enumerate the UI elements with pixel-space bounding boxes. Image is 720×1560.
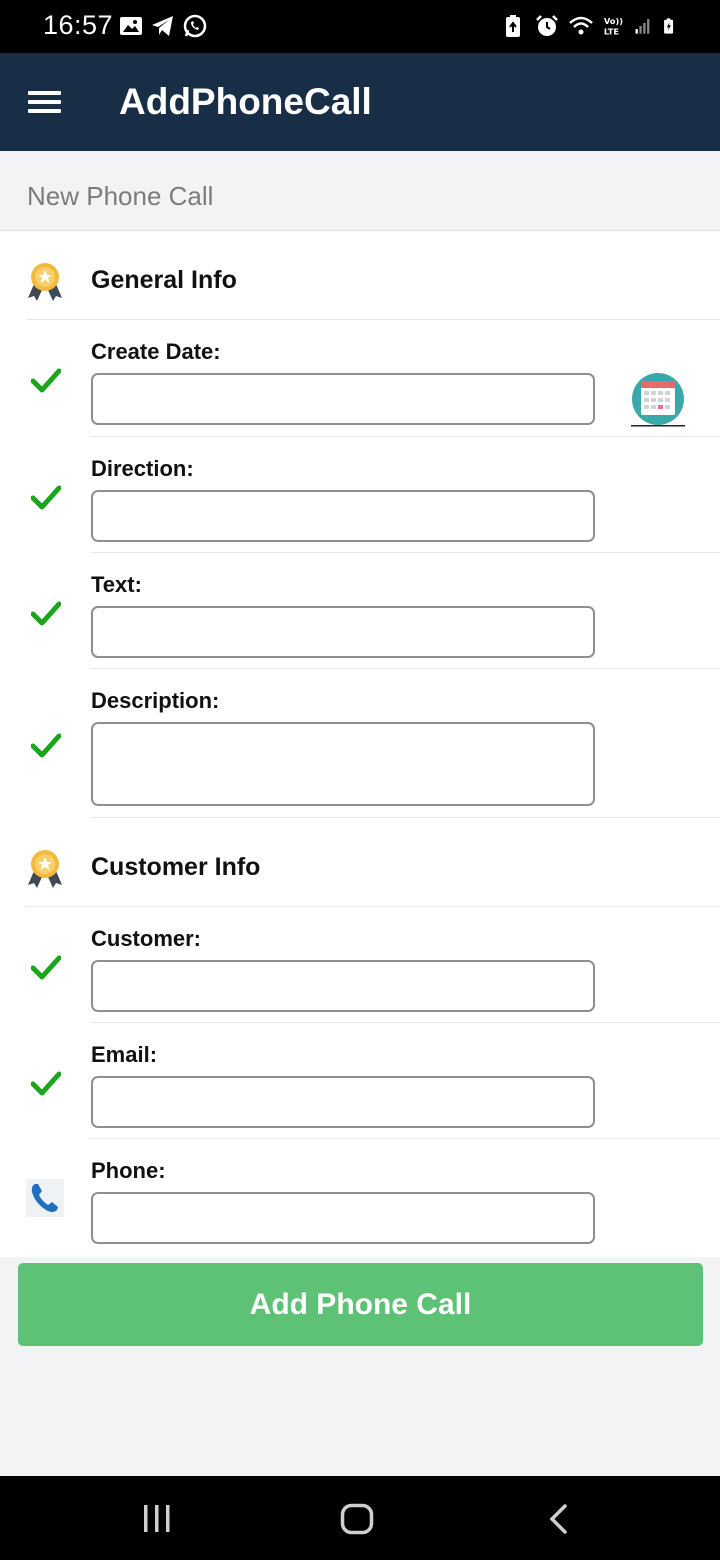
battery-charging-icon — [664, 18, 674, 34]
field-direction: Direction: — [0, 437, 720, 553]
section-general-info: General Info — [26, 231, 720, 320]
section-title: General Info — [91, 266, 237, 294]
field-create-date: Create Date: — [0, 320, 720, 437]
field-label: Customer: — [91, 926, 202, 951]
field-label: Direction: — [91, 456, 194, 481]
field-label: Phone: — [91, 1158, 166, 1183]
app-bar: AddPhoneCall — [0, 53, 720, 151]
create-date-input[interactable] — [91, 373, 595, 425]
status-bar: 16:57 Vo)) LTE — [0, 0, 720, 53]
checkmark-icon — [31, 733, 61, 758]
wifi-icon — [569, 16, 593, 35]
alarm-icon — [536, 15, 558, 36]
section-customer-info: Customer Info — [26, 818, 720, 907]
recent-apps-icon[interactable] — [142, 1503, 172, 1534]
field-label: Description: — [91, 688, 220, 713]
field-email: Email: — [0, 1023, 720, 1139]
checkmark-icon — [31, 485, 61, 510]
text-input[interactable] — [91, 606, 595, 658]
checkmark-icon — [31, 955, 61, 980]
phone-input[interactable] — [91, 1192, 595, 1244]
field-label: Create Date: — [91, 339, 221, 364]
field-text: Text: — [0, 553, 720, 669]
page-title: AddPhoneCall — [119, 81, 372, 122]
subheader-label: New Phone Call — [27, 181, 214, 211]
direction-input[interactable] — [91, 490, 595, 542]
back-icon[interactable] — [545, 1503, 571, 1535]
field-description: Description: — [0, 669, 720, 818]
svg-text:LTE: LTE — [604, 26, 620, 36]
svg-text:Vo)): Vo)) — [604, 16, 623, 26]
telegram-icon — [152, 16, 173, 36]
phone-icon — [26, 1179, 64, 1217]
status-right-icons: Vo)) LTE — [500, 13, 680, 39]
description-textarea[interactable] — [91, 722, 595, 806]
checkmark-icon — [31, 368, 61, 393]
whatsapp-icon — [183, 14, 207, 38]
system-nav-bar — [0, 1476, 720, 1560]
volte-lte-icon: Vo))LTE — [604, 16, 623, 36]
award-medal-icon — [28, 263, 62, 301]
field-customer: Customer: — [0, 907, 720, 1023]
phone-call-form: General Info Create Date: Direction: Tex… — [0, 231, 720, 1257]
email-field[interactable] — [91, 1076, 595, 1128]
award-medal-icon — [28, 850, 62, 888]
status-left-icons — [118, 13, 208, 39]
battery-saver-icon — [506, 15, 520, 37]
calendar-icon[interactable] — [631, 372, 685, 428]
status-time: 16:57 — [43, 10, 114, 40]
customer-input[interactable] — [91, 960, 595, 1012]
hamburger-menu-icon[interactable] — [28, 89, 62, 115]
gallery-icon — [120, 17, 142, 35]
checkmark-icon — [31, 1071, 61, 1096]
add-phone-call-button[interactable]: Add Phone Call — [18, 1263, 703, 1346]
signal-icon — [635, 19, 650, 34]
field-phone: Phone: — [0, 1139, 720, 1257]
checkmark-icon — [31, 601, 61, 626]
field-label: Text: — [91, 572, 142, 597]
field-label: Email: — [91, 1042, 158, 1067]
section-title: Customer Info — [91, 853, 261, 881]
home-icon[interactable] — [340, 1503, 374, 1535]
subheader: New Phone Call — [0, 151, 720, 231]
